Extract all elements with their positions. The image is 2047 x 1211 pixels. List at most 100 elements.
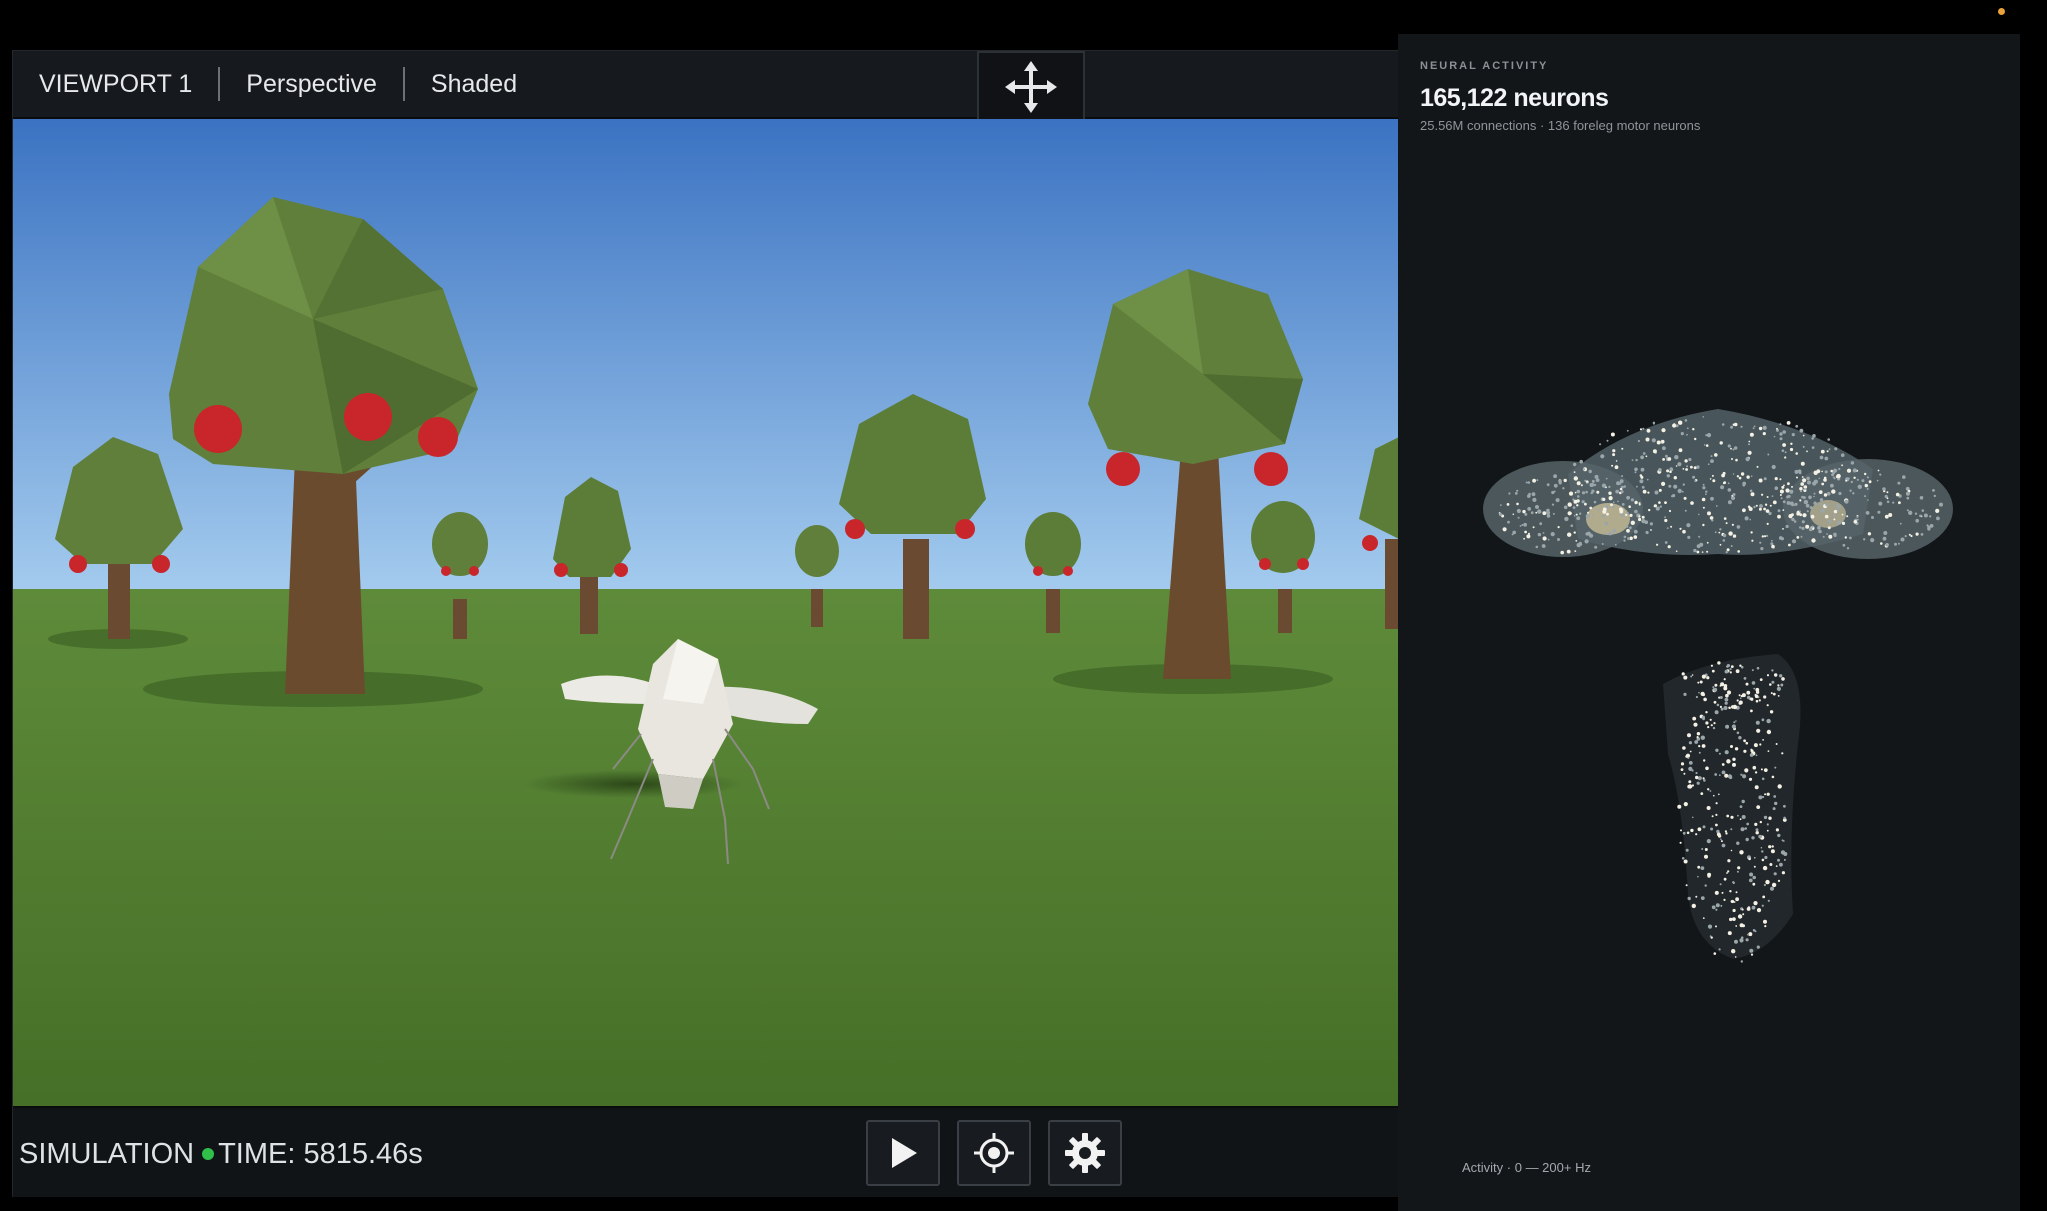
neuron-point <box>1771 882 1777 888</box>
neuron-point <box>1718 531 1721 534</box>
neuron-point <box>1767 750 1770 752</box>
neuron-point <box>1721 423 1725 426</box>
brain-activity-visualization[interactable] <box>1478 354 1978 1054</box>
neuron-point <box>1713 687 1718 692</box>
neuron-point <box>1696 550 1700 554</box>
neuron-point <box>1502 527 1507 532</box>
neuron-point <box>1749 489 1753 493</box>
neuron-point <box>1837 520 1842 525</box>
neuron-point <box>1682 468 1685 470</box>
neuron-point <box>1833 509 1838 514</box>
neuron-point <box>1719 696 1723 699</box>
neuron-point <box>1698 751 1701 754</box>
neuron-point <box>1750 749 1754 753</box>
neuron-point <box>1653 504 1657 508</box>
neuron-point <box>1760 768 1763 771</box>
neuron-point <box>1754 785 1759 790</box>
neuron-point <box>1704 884 1707 887</box>
neuron-point <box>1619 487 1623 491</box>
neuron-point <box>1597 508 1600 511</box>
neuron-point <box>1701 551 1704 553</box>
neuron-point <box>1706 839 1711 844</box>
neuron-point <box>1883 531 1888 535</box>
neuron-point <box>1738 476 1742 480</box>
neuron-point <box>1766 534 1769 537</box>
neuron-point <box>1761 777 1765 781</box>
gear-icon <box>1065 1133 1105 1173</box>
viewport-name-tab[interactable]: VIEWPORT 1 <box>13 67 218 101</box>
neuron-point <box>1732 473 1735 475</box>
neuron-point <box>1905 491 1910 496</box>
neuron-point <box>1706 550 1709 553</box>
neuron-point <box>1886 500 1890 504</box>
neuron-point <box>1702 486 1706 490</box>
neuron-point <box>1841 464 1843 467</box>
neuron-point <box>1790 442 1793 445</box>
neuron-point <box>1740 665 1744 669</box>
neuron-point <box>1638 503 1641 506</box>
neuron-point <box>1833 518 1836 521</box>
neuron-point <box>1651 438 1656 443</box>
play-button[interactable] <box>866 1120 940 1186</box>
neuron-point <box>1584 539 1589 544</box>
neuron-point <box>1576 516 1581 521</box>
move-camera-button[interactable] <box>977 51 1085 123</box>
neuron-point <box>1661 428 1666 433</box>
neuron-point <box>1726 548 1730 552</box>
settings-button[interactable] <box>1048 1120 1122 1186</box>
neuron-point <box>1640 475 1644 479</box>
neuron-point <box>1753 856 1756 859</box>
neuron-point <box>1712 686 1715 689</box>
neuron-point <box>1765 879 1770 885</box>
neuron-point <box>1553 490 1556 493</box>
neuron-point <box>1666 474 1670 478</box>
3d-scene-view[interactable] <box>13 119 1399 1106</box>
neuron-point <box>1713 952 1717 955</box>
neuron-point <box>1803 488 1806 490</box>
neuron-point <box>1929 515 1932 518</box>
neuron-point <box>1670 468 1674 471</box>
focus-target-button[interactable] <box>957 1120 1031 1186</box>
neuron-point <box>1737 814 1739 817</box>
neuron-point <box>1833 534 1837 537</box>
neuron-point <box>1557 526 1560 529</box>
projection-mode-tab[interactable]: Perspective <box>220 67 403 101</box>
neuron-point <box>1739 818 1742 821</box>
neuron-point <box>1605 477 1608 480</box>
neuron-point <box>1800 490 1802 493</box>
neuron-point <box>1898 501 1901 505</box>
neuron-point <box>1546 483 1550 487</box>
neuron-point <box>1537 509 1542 514</box>
neuron-point <box>1780 683 1784 687</box>
simulation-label: SIMULATION <box>19 1137 195 1170</box>
neuron-point <box>1880 542 1883 545</box>
neuron-point <box>1739 805 1743 808</box>
neuron-point <box>1844 536 1847 539</box>
viewport-header: VIEWPORT 1 Perspective Shaded <box>13 51 1399 123</box>
neuron-point <box>1711 669 1715 673</box>
neuron-point <box>1732 493 1736 496</box>
neuron-point <box>1714 773 1718 776</box>
neuron-point <box>1837 504 1841 509</box>
neuron-point <box>1749 753 1754 757</box>
neuron-point <box>1568 491 1574 496</box>
neuron-point <box>1573 462 1577 467</box>
neuron-point <box>1900 537 1905 542</box>
neuron-point <box>1707 463 1710 466</box>
shading-mode-tab[interactable]: Shaded <box>405 67 543 101</box>
neuron-point <box>1516 502 1519 506</box>
neuron-point <box>1771 669 1774 672</box>
neuron-point <box>1762 865 1768 871</box>
neuron-point <box>1680 762 1685 766</box>
neuron-point <box>1709 516 1714 520</box>
neuron-point <box>1806 476 1810 481</box>
neuron-point <box>1742 481 1747 486</box>
neuron-point <box>1768 845 1772 849</box>
neuron-point <box>1771 680 1775 684</box>
neuron-point <box>1766 674 1770 677</box>
neuron-point <box>1696 732 1701 736</box>
neuron-point <box>1868 480 1872 484</box>
neuron-point <box>1735 669 1740 674</box>
neuron-point <box>1800 482 1804 486</box>
neuron-point <box>1709 935 1712 937</box>
